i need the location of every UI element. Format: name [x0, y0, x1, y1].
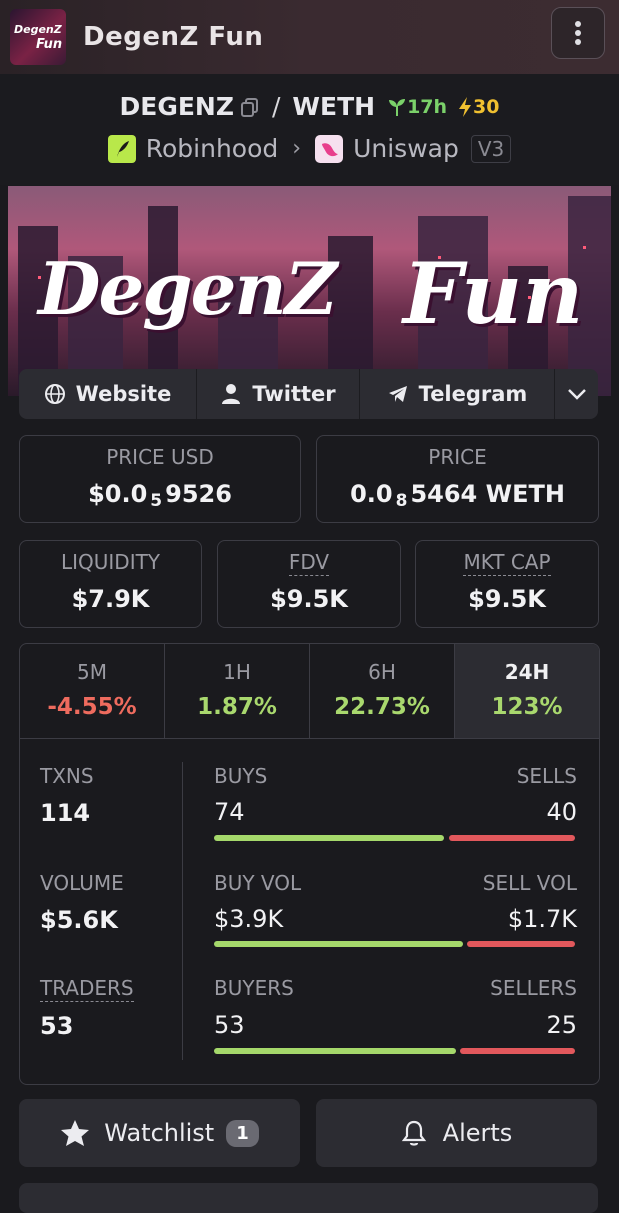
website-label: Website	[75, 382, 172, 406]
alerts-label: Alerts	[442, 1119, 513, 1147]
twitter-label: Twitter	[252, 382, 336, 406]
user-icon	[222, 384, 241, 404]
lightning-icon	[459, 96, 472, 117]
price-native-label: PRICE	[428, 445, 487, 469]
copy-icon[interactable]	[240, 97, 260, 117]
more-links-button[interactable]	[555, 369, 598, 419]
quote-token-symbol: WETH	[292, 92, 376, 121]
volume-label: VOLUME	[40, 871, 124, 895]
sellers-value: 25	[546, 1011, 577, 1039]
dex-name[interactable]: Uniswap	[353, 134, 459, 163]
stats-divider	[182, 762, 183, 1060]
chevron-right-icon: ›	[292, 136, 302, 161]
buy-vol-bar	[214, 941, 463, 947]
buys-bar	[214, 835, 444, 841]
watchlist-count-badge: 1	[226, 1119, 259, 1147]
pair-separator: /	[271, 92, 281, 121]
boost-value: 30	[473, 95, 500, 118]
uniswap-icon	[315, 134, 344, 163]
price-usd-card: PRICE USD $0.0 5 9526	[19, 435, 301, 523]
token-logo: DegenZ Fun	[10, 9, 66, 65]
bell-icon	[401, 1120, 426, 1146]
website-link[interactable]: Website	[19, 369, 197, 419]
volume-value: $5.6K	[40, 906, 118, 934]
buys-value: 74	[214, 798, 245, 826]
sell-vol-value: $1.7K	[507, 905, 577, 933]
liquidity-card: LIQUIDITY $7.9K	[19, 540, 202, 628]
sellers-label: SELLERS	[490, 976, 577, 1000]
buyers-bar	[214, 1048, 456, 1054]
tab-24h[interactable]: 24H 123%	[455, 644, 599, 738]
watchlist-button[interactable]: Watchlist 1	[19, 1099, 300, 1167]
alerts-button[interactable]: Alerts	[316, 1099, 597, 1167]
social-links: Website Twitter Telegram	[19, 369, 598, 419]
pair-age-value: 17h	[407, 95, 448, 118]
sprout-icon	[389, 98, 406, 116]
tab-6h[interactable]: 6H 22.73%	[310, 644, 455, 738]
menu-button[interactable]	[551, 7, 605, 59]
fdv-label: FDV	[288, 550, 330, 576]
boost-count[interactable]: 30	[457, 96, 499, 118]
buyers-value: 53	[214, 1011, 245, 1039]
price-native-card: PRICE 0.0 8 5464 WETH	[316, 435, 599, 523]
txns-label: TXNS	[40, 764, 94, 788]
change-5m: -4.55%	[47, 694, 137, 720]
telegram-icon	[388, 386, 407, 402]
mcap-label: MKT CAP	[463, 550, 551, 576]
token-banner: DegenZ Fun	[8, 186, 611, 396]
buy-vol-label: BUY VOL	[214, 871, 302, 895]
twitter-link[interactable]: Twitter	[197, 369, 360, 419]
chevron-down-icon	[567, 389, 586, 400]
sellers-bar	[460, 1048, 575, 1054]
page-title: DegenZ Fun	[83, 22, 264, 52]
telegram-link[interactable]: Telegram	[360, 369, 555, 419]
more-vertical-icon	[575, 21, 581, 45]
stats-panel: 5M -4.55% 1H 1.87% 6H 22.73% 24H 123% TX…	[19, 643, 600, 1085]
traders-label[interactable]: TRADERS	[40, 976, 134, 1002]
tab-5m[interactable]: 5M -4.55%	[20, 644, 165, 738]
txns-value: 114	[40, 799, 91, 827]
star-icon	[61, 1120, 90, 1146]
buy-vol-value: $3.9K	[214, 905, 284, 933]
buys-label: BUYS	[214, 764, 268, 788]
robinhood-chain-icon	[107, 134, 136, 163]
price-usd-value: $0.0 5 9526	[88, 480, 232, 511]
change-24h: 123%	[491, 694, 563, 720]
base-token-symbol: DEGENZ	[119, 92, 234, 121]
timeframe-tabs: 5M -4.55% 1H 1.87% 6H 22.73% 24H 123%	[20, 644, 599, 739]
chain-name[interactable]: Robinhood	[146, 134, 279, 163]
telegram-label: Telegram	[418, 382, 528, 406]
fdv-card[interactable]: FDV $9.5K	[217, 540, 401, 628]
sells-value: 40	[546, 798, 577, 826]
price-native-value: 0.0 8 5464 WETH	[350, 480, 565, 511]
price-usd-label: PRICE USD	[106, 445, 214, 469]
sell-vol-bar	[467, 941, 575, 947]
mcap-card[interactable]: MKT CAP $9.5K	[415, 540, 599, 628]
banner-title-fun: Fun	[403, 244, 584, 343]
fdv-value: $9.5K	[270, 585, 348, 613]
watchlist-label: Watchlist	[104, 1119, 215, 1147]
liquidity-value: $7.9K	[71, 585, 150, 613]
sell-vol-label: SELL VOL	[482, 871, 577, 895]
sells-bar	[449, 835, 575, 841]
pair-age: 17h	[387, 96, 447, 118]
globe-icon	[44, 384, 65, 404]
next-section-bar[interactable]	[19, 1183, 598, 1213]
liquidity-label: LIQUIDITY	[60, 550, 161, 574]
sells-label: SELLS	[516, 764, 577, 788]
app-header: DegenZ Fun DegenZ Fun	[0, 0, 619, 74]
dex-version-badge: V3	[470, 134, 512, 163]
change-1h: 1.87%	[197, 694, 277, 720]
buyers-label: BUYERS	[214, 976, 294, 1000]
mcap-value: $9.5K	[468, 585, 546, 613]
tab-1h[interactable]: 1H 1.87%	[165, 644, 310, 738]
traders-value: 53	[40, 1012, 74, 1040]
banner-title-degenz: DegenZ	[38, 246, 337, 331]
logo-text-fun: Fun	[36, 37, 63, 52]
change-6h: 22.73%	[334, 694, 430, 720]
logo-text-degenz: DegenZ	[14, 23, 62, 36]
pair-info: DEGENZ / WETH 17h 30 Robinhood › Uniswap…	[0, 74, 619, 185]
